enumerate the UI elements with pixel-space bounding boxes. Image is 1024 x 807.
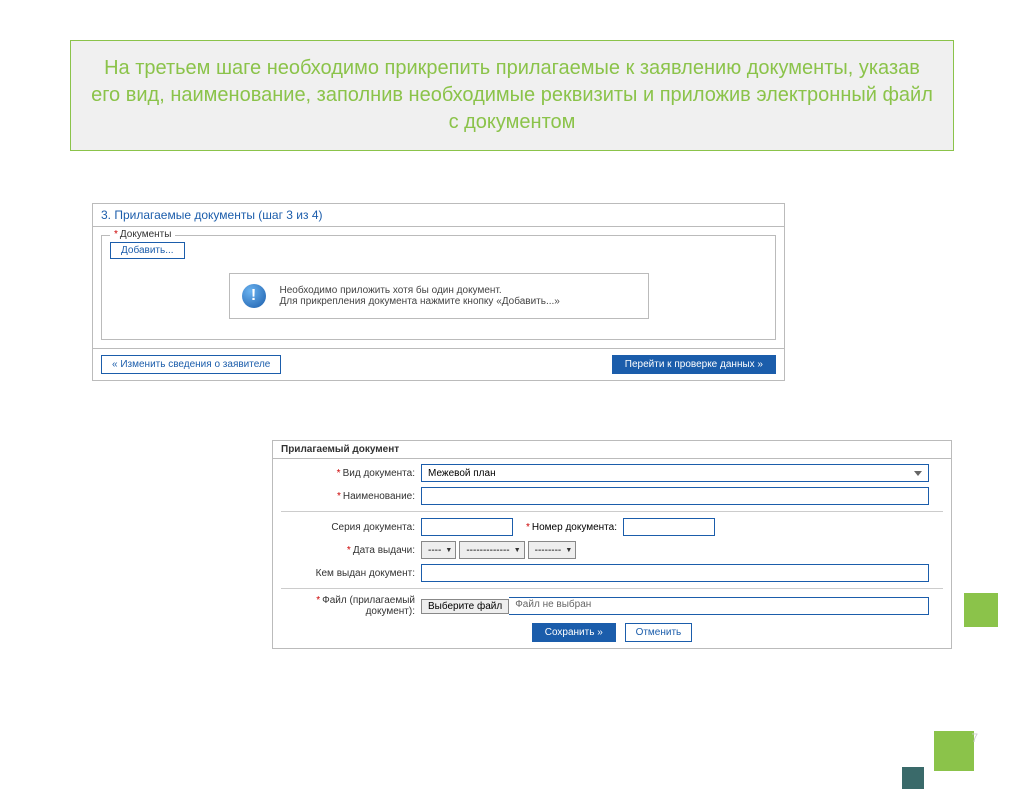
documents-fieldset: *Документы Добавить... Необходимо прилож… [101, 235, 776, 340]
page-number: 7 [971, 731, 978, 745]
issued-by-input[interactable] [421, 564, 929, 582]
label-date: *Дата выдачи: [281, 545, 421, 556]
info-text-line2: Для прикрепления документа нажмите кнопк… [280, 296, 560, 307]
info-message: Необходимо приложить хотя бы один докуме… [229, 273, 649, 319]
cancel-button[interactable]: Отменить [625, 623, 693, 642]
next-button[interactable]: Перейти к проверке данных » [612, 355, 776, 374]
decoration-square [902, 767, 924, 789]
chevron-down-icon [914, 471, 922, 476]
label-doc-type: *Вид документа: [281, 468, 421, 479]
date-day-select[interactable]: ---- [421, 541, 456, 559]
slide-title: На третьем шаге необходимо прикрепить пр… [70, 40, 954, 151]
document-form-panel: Прилагаемый документ *Вид документа: Меж… [272, 440, 952, 649]
document-form-header: Прилагаемый документ [273, 441, 951, 459]
doc-name-input[interactable] [421, 487, 929, 505]
label-doc-name: *Наименование: [281, 491, 421, 502]
doc-type-select[interactable]: Межевой план [421, 464, 929, 482]
info-text-line1: Необходимо приложить хотя бы один докуме… [280, 285, 560, 296]
label-file: *Файл (прилагаемый документ): [281, 595, 421, 617]
back-button[interactable]: « Изменить сведения о заявителе [101, 355, 281, 374]
decoration-square [964, 593, 998, 627]
choose-file-button[interactable]: Выберите файл [421, 599, 509, 614]
label-issued-by: Кем выдан документ: [281, 568, 421, 579]
label-series: Серия документа: [281, 522, 421, 533]
file-status-text: Файл не выбран [509, 597, 929, 615]
step-header: 3. Прилагаемые документы (шаг 3 из 4) [93, 204, 784, 227]
decoration-square [934, 731, 974, 771]
date-month-select[interactable]: ------------- [459, 541, 524, 559]
save-button[interactable]: Сохранить » [532, 623, 616, 642]
date-year-select[interactable]: -------- [528, 541, 577, 559]
documents-legend: *Документы [110, 229, 175, 240]
add-document-button[interactable]: Добавить... [110, 242, 185, 259]
label-number: *Номер документа: [513, 522, 623, 533]
info-icon [242, 284, 266, 308]
attachments-step-panel: 3. Прилагаемые документы (шаг 3 из 4) *Д… [92, 203, 785, 381]
number-input[interactable] [623, 518, 715, 536]
series-input[interactable] [421, 518, 513, 536]
